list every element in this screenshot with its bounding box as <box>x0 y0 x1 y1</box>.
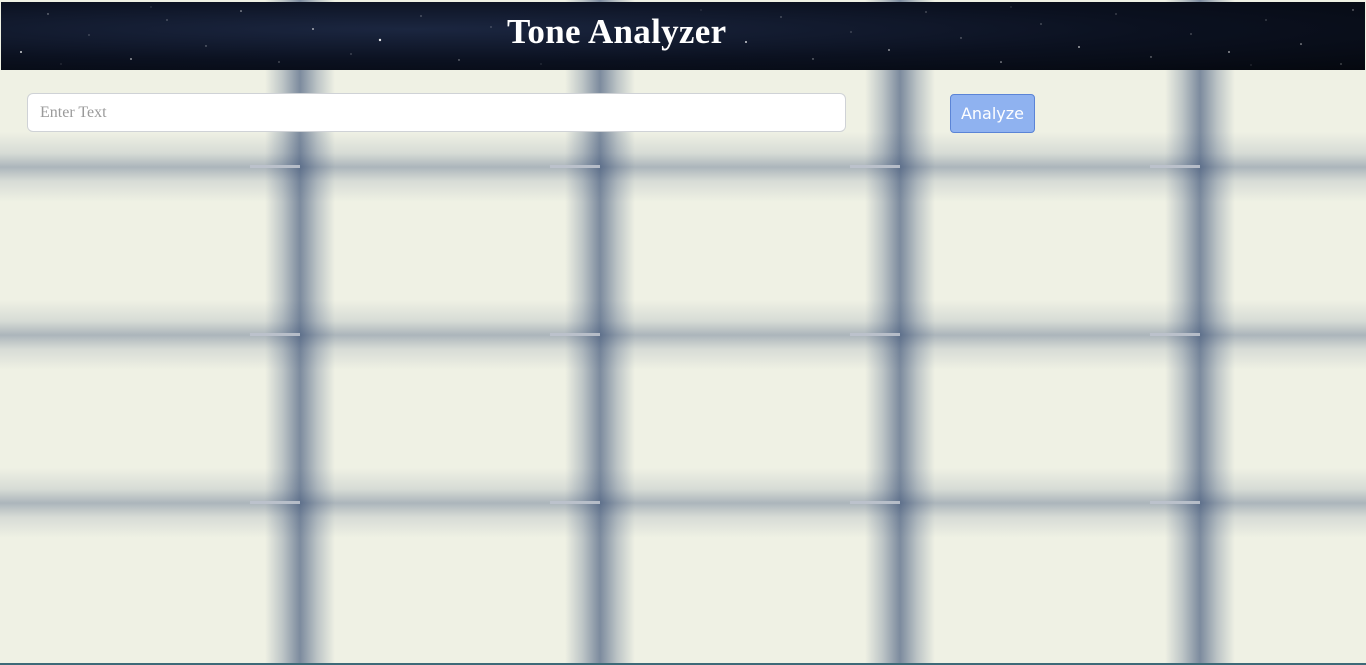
background-dash <box>850 165 900 168</box>
header-banner: Tone Analyzer <box>1 2 1365 70</box>
background-dash <box>1150 333 1200 336</box>
background-dash <box>550 165 600 168</box>
text-input[interactable] <box>27 93 846 132</box>
background-dash <box>1150 165 1200 168</box>
background-dash <box>250 333 300 336</box>
background-dash <box>550 333 600 336</box>
background-dash <box>850 333 900 336</box>
background-dash <box>250 165 300 168</box>
background-dash <box>1150 501 1200 504</box>
page-title: Tone Analyzer <box>507 12 727 51</box>
background-dash <box>250 501 300 504</box>
background-dash <box>850 501 900 504</box>
background-dash <box>550 501 600 504</box>
analyze-button[interactable]: Analyze <box>950 94 1035 133</box>
